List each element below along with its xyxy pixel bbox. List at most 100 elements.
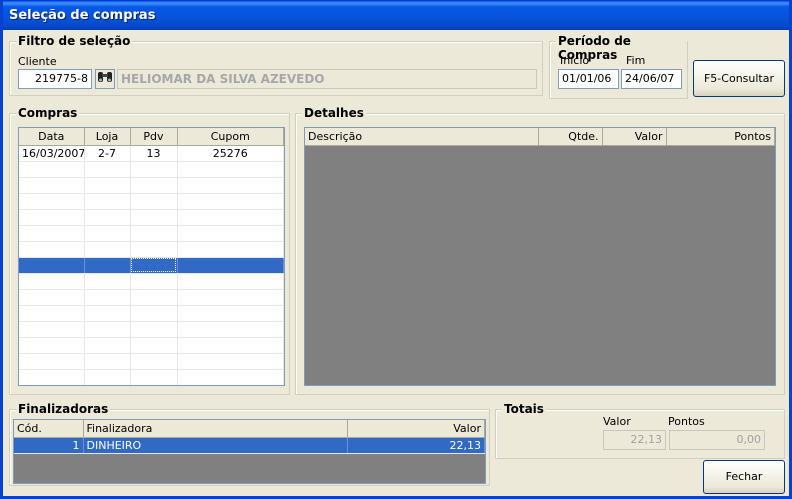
- empty-cell: [177, 369, 284, 385]
- empty-row[interactable]: [19, 225, 284, 242]
- empty-cell: [130, 177, 178, 194]
- inicio-label: Início: [560, 54, 590, 67]
- empty-cell: [19, 369, 85, 385]
- empty-cell: [130, 289, 178, 306]
- empty-cell: [84, 257, 131, 274]
- compras-col-loja[interactable]: Loja: [84, 128, 131, 146]
- empty-cell: [19, 289, 85, 306]
- binoculars-glyph: [98, 72, 112, 82]
- empty-row[interactable]: [19, 193, 284, 210]
- empty-row[interactable]: [19, 209, 284, 226]
- inicio-date-field[interactable]: 01/01/06: [558, 69, 619, 89]
- empty-cell: [130, 369, 178, 385]
- totais-group: Totais Valor Pontos 22,13 0,00: [495, 402, 785, 459]
- empty-cell: [84, 305, 131, 322]
- compras-table: Data Loja Pdv Cupom 16/03/2007 2-7 13 25…: [19, 128, 284, 385]
- empty-cell: [177, 353, 284, 370]
- filtro-group-title: Filtro de seleção: [16, 34, 133, 48]
- compras-col-pdv[interactable]: Pdv: [130, 128, 178, 146]
- title-bar[interactable]: Seleção de compras: [3, 1, 789, 30]
- empty-cell: [84, 241, 131, 258]
- empty-row[interactable]: [19, 241, 284, 258]
- compras-col-data[interactable]: Data: [19, 128, 85, 146]
- fechar-button[interactable]: Fechar: [703, 460, 785, 494]
- empty-row[interactable]: [19, 305, 284, 322]
- finalizadoras-col-finalizadora[interactable]: Finalizadora: [83, 420, 348, 438]
- empty-cell: [130, 273, 178, 290]
- cliente-name-field: HELIOMAR DA SILVA AZEVEDO: [117, 69, 537, 89]
- empty-cell: [130, 241, 178, 258]
- empty-cell: [19, 257, 85, 274]
- empty-row[interactable]: [19, 337, 284, 354]
- empty-cell: [84, 225, 131, 242]
- totais-valor-label: Valor: [603, 415, 631, 428]
- detalhes-col-descricao[interactable]: Descrição: [305, 128, 539, 146]
- empty-cell: [84, 161, 131, 178]
- detalhes-table: Descrição Qtde. Valor Pontos: [305, 128, 775, 146]
- finalizadoras-col-valor[interactable]: Valor: [347, 420, 485, 438]
- totais-group-title: Totais: [502, 402, 546, 416]
- compra-cupom-cell: 25276: [177, 145, 284, 162]
- empty-cell: [19, 193, 85, 210]
- empty-cell: [177, 193, 284, 210]
- fim-date-field[interactable]: 24/06/07: [621, 69, 682, 89]
- finalizadoras-group-title: Finalizadoras: [16, 402, 111, 416]
- selected-row[interactable]: [19, 257, 284, 274]
- cliente-code-field[interactable]: 219775-8: [18, 69, 92, 89]
- empty-cell: [19, 241, 85, 258]
- finalizadoras-grid[interactable]: Cód. Finalizadora Valor 1 DINHEIRO 22,13: [13, 419, 486, 484]
- empty-row[interactable]: [19, 321, 284, 338]
- empty-cell: [177, 209, 284, 226]
- empty-cell: [130, 225, 178, 242]
- empty-cell: [177, 257, 284, 274]
- detalhes-col-qtde[interactable]: Qtde.: [538, 128, 603, 146]
- empty-cell: [84, 177, 131, 194]
- totais-valor-field: 22,13: [603, 430, 666, 450]
- empty-cell: [19, 209, 85, 226]
- empty-cell: [19, 161, 85, 178]
- finalizadoras-col-cod[interactable]: Cód.: [14, 420, 84, 438]
- finalizadora-name-cell: DINHEIRO: [83, 437, 348, 454]
- empty-cell: [19, 353, 85, 370]
- table-row[interactable]: 16/03/2007 2-7 13 25276: [19, 145, 284, 162]
- empty-cell: [19, 273, 85, 290]
- detalhes-grid[interactable]: Descrição Qtde. Valor Pontos: [304, 127, 776, 386]
- compras-grid[interactable]: Data Loja Pdv Cupom 16/03/2007 2-7 13 25…: [18, 127, 285, 386]
- empty-cell: [130, 305, 178, 322]
- binoculars-icon[interactable]: [95, 69, 115, 89]
- empty-cell: [177, 321, 284, 338]
- table-row[interactable]: 1 DINHEIRO 22,13: [14, 437, 485, 454]
- empty-cell: [130, 209, 178, 226]
- empty-cell: [84, 273, 131, 290]
- compras-col-cupom[interactable]: Cupom: [177, 128, 284, 146]
- detalhes-col-valor[interactable]: Valor: [602, 128, 667, 146]
- empty-cell: [84, 321, 131, 338]
- compras-group: Compras Data Loja Pdv Cupom 16/03/2007 2…: [9, 106, 290, 395]
- empty-cell: [19, 177, 85, 194]
- empty-cell: [130, 353, 178, 370]
- empty-cell: [177, 289, 284, 306]
- empty-cell: [84, 193, 131, 210]
- finalizadoras-header-row: Cód. Finalizadora Valor: [14, 420, 485, 438]
- empty-cell: [84, 369, 131, 385]
- empty-row[interactable]: [19, 369, 284, 385]
- empty-cell: [177, 177, 284, 194]
- consultar-button[interactable]: F5-Consultar: [693, 60, 785, 97]
- empty-row[interactable]: [19, 289, 284, 306]
- empty-row[interactable]: [19, 161, 284, 178]
- totais-pontos-label: Pontos: [668, 415, 705, 428]
- totais-pontos-field: 0,00: [669, 430, 765, 450]
- empty-cell: [177, 305, 284, 322]
- empty-cell: [177, 225, 284, 242]
- empty-row[interactable]: [19, 177, 284, 194]
- fim-label: Fim: [626, 54, 646, 67]
- empty-row[interactable]: [19, 353, 284, 370]
- empty-row[interactable]: [19, 273, 284, 290]
- detalhes-col-pontos[interactable]: Pontos: [666, 128, 775, 146]
- focused-cell: [130, 257, 178, 274]
- empty-cell: [130, 161, 178, 178]
- compra-loja-cell: 2-7: [84, 145, 131, 162]
- detalhes-header-row: Descrição Qtde. Valor Pontos: [305, 128, 775, 146]
- finalizadora-valor-cell: 22,13: [347, 437, 485, 454]
- window-title: Seleção de compras: [9, 8, 156, 23]
